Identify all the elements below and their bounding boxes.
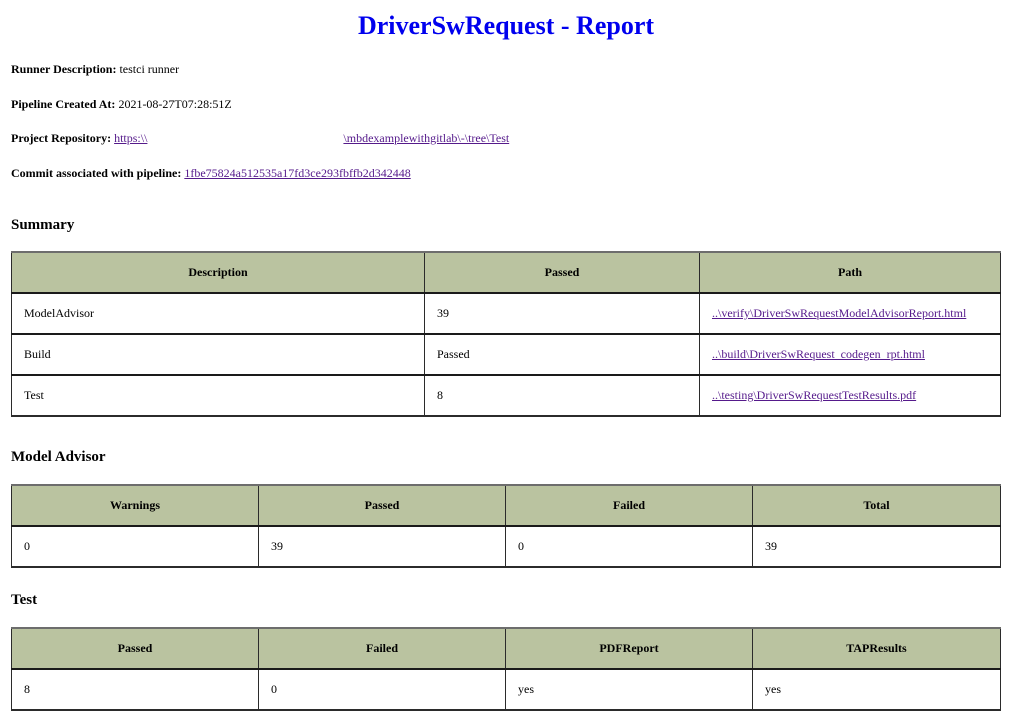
table-row: Build Passed ..\build\DriverSwRequest_co… bbox=[11, 333, 1001, 376]
project-repository-label: Project Repository: bbox=[11, 131, 112, 145]
table-row: 0 39 0 39 bbox=[11, 525, 1001, 568]
cell-pdf-report: yes bbox=[505, 668, 753, 711]
column-header-passed: Passed bbox=[11, 627, 259, 670]
path-link[interactable]: ..\testing\DriverSwRequestTestResults.pd… bbox=[712, 388, 916, 402]
project-repository-link[interactable]: https:\\ \mbdexamplewithgitlab\-\tree\Tes… bbox=[114, 131, 509, 145]
summary-header-row: Description Passed Path bbox=[11, 251, 1001, 294]
cell-description: Build bbox=[11, 333, 425, 376]
cell-path: ..\verify\DriverSwRequestModelAdvisorRep… bbox=[699, 292, 1001, 335]
cell-passed: 39 bbox=[424, 292, 700, 335]
summary-table: Description Passed Path ModelAdvisor 39 … bbox=[11, 251, 1001, 417]
cell-total: 39 bbox=[752, 525, 1001, 568]
test-table: Passed Failed PDFReport TAPResults 8 0 y… bbox=[11, 627, 1001, 711]
report-title: DriverSwRequest - Report bbox=[357, 11, 655, 40]
repo-link-start: https:\\ bbox=[114, 131, 148, 145]
column-header-failed: Failed bbox=[505, 484, 753, 527]
cell-passed: 8 bbox=[424, 374, 700, 417]
pipeline-created-at: Pipeline Created At: 2021-08-27T07:28:51… bbox=[11, 96, 232, 112]
column-header-failed: Failed bbox=[258, 627, 506, 670]
column-header-passed: Passed bbox=[258, 484, 506, 527]
runner-description: Runner Description: testci runner bbox=[11, 61, 179, 77]
pipeline-created-label: Pipeline Created At: bbox=[11, 97, 116, 111]
summary-heading: Summary bbox=[11, 217, 75, 233]
project-repository: Project Repository: https:\\ \mbdexamplew… bbox=[11, 130, 509, 146]
table-row: 8 0 yes yes bbox=[11, 668, 1001, 711]
cell-path: ..\build\DriverSwRequest_codegen_rpt.htm… bbox=[699, 333, 1001, 376]
repo-link-end: \mbdexamplewithgitlab\-\tree\Test bbox=[343, 131, 510, 145]
column-header-warnings: Warnings bbox=[11, 484, 259, 527]
cell-passed: 8 bbox=[11, 668, 259, 711]
model-advisor-heading: Model Advisor bbox=[11, 449, 106, 465]
cell-passed: 39 bbox=[258, 525, 506, 568]
pipeline-created-value: 2021-08-27T07:28:51Z bbox=[118, 97, 232, 111]
commit-info: Commit associated with pipeline: 1fbe758… bbox=[11, 165, 411, 181]
cell-description: Test bbox=[11, 374, 425, 417]
table-row: ModelAdvisor 39 ..\verify\DriverSwReques… bbox=[11, 292, 1001, 335]
runner-description-label: Runner Description: bbox=[11, 62, 117, 76]
cell-passed: Passed bbox=[424, 333, 700, 376]
column-header-passed: Passed bbox=[424, 251, 700, 294]
commit-label: Commit associated with pipeline: bbox=[11, 166, 182, 180]
test-heading: Test bbox=[11, 592, 38, 608]
test-header-row: Passed Failed PDFReport TAPResults bbox=[11, 627, 1001, 670]
column-header-description: Description bbox=[11, 251, 425, 294]
model-advisor-table: Warnings Passed Failed Total 0 39 0 39 bbox=[11, 484, 1001, 568]
cell-failed: 0 bbox=[258, 668, 506, 711]
cell-tap-results: yes bbox=[752, 668, 1001, 711]
path-link[interactable]: ..\build\DriverSwRequest_codegen_rpt.htm… bbox=[712, 347, 925, 361]
column-header-path: Path bbox=[699, 251, 1001, 294]
column-header-total: Total bbox=[752, 484, 1001, 527]
column-header-pdf-report: PDFReport bbox=[505, 627, 753, 670]
path-link[interactable]: ..\verify\DriverSwRequestModelAdvisorRep… bbox=[712, 306, 966, 320]
cell-description: ModelAdvisor bbox=[11, 292, 425, 335]
column-header-tap-results: TAPResults bbox=[752, 627, 1001, 670]
cell-warnings: 0 bbox=[11, 525, 259, 568]
runner-description-value: testci runner bbox=[119, 62, 180, 76]
commit-link[interactable]: 1fbe75824a512535a17fd3ce293fbffb2d342448 bbox=[184, 166, 410, 180]
cell-path: ..\testing\DriverSwRequestTestResults.pd… bbox=[699, 374, 1001, 417]
model-advisor-header-row: Warnings Passed Failed Total bbox=[11, 484, 1001, 527]
cell-failed: 0 bbox=[505, 525, 753, 568]
table-row: Test 8 ..\testing\DriverSwRequestTestRes… bbox=[11, 374, 1001, 417]
